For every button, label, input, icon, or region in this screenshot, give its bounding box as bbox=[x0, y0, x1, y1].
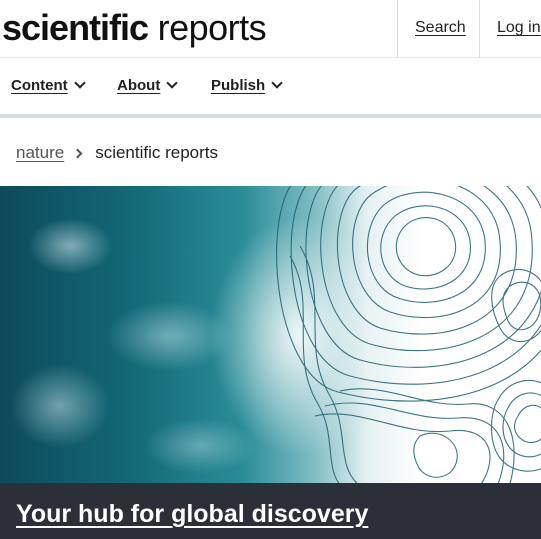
logo-bold-text: scientific bbox=[2, 7, 149, 48]
login-link[interactable]: Log in bbox=[497, 19, 541, 37]
breadcrumb-nature[interactable]: nature bbox=[16, 143, 64, 163]
nav-about-label: About bbox=[117, 77, 161, 94]
nav-publish[interactable]: Publish bbox=[211, 77, 283, 94]
site-header: scientific reports Search Log in bbox=[0, 0, 541, 58]
main-nav: Content About Publish bbox=[0, 58, 541, 118]
search-link[interactable]: Search bbox=[415, 19, 466, 37]
hero-banner: Your hub for global discovery bbox=[0, 483, 541, 539]
breadcrumb: nature scientific reports bbox=[16, 143, 218, 163]
chevron-down-icon bbox=[166, 77, 178, 89]
breadcrumb-current: scientific reports bbox=[95, 143, 219, 162]
header-divider bbox=[397, 0, 398, 58]
journal-logo[interactable]: scientific reports bbox=[2, 7, 267, 48]
header-divider bbox=[479, 0, 480, 58]
chevron-right-icon bbox=[72, 148, 83, 158]
hero-headline-link[interactable]: Your hub for global discovery bbox=[16, 500, 368, 529]
logo-light-text: reports bbox=[157, 7, 267, 48]
nav-about[interactable]: About bbox=[117, 77, 178, 94]
nav-content-label: Content bbox=[11, 77, 68, 94]
nav-publish-label: Publish bbox=[211, 77, 266, 94]
nav-content[interactable]: Content bbox=[11, 77, 86, 94]
hero-image bbox=[0, 186, 541, 483]
contour-lines-graphic bbox=[276, 186, 541, 483]
chevron-down-icon bbox=[73, 77, 86, 89]
chevron-down-icon bbox=[271, 77, 283, 89]
